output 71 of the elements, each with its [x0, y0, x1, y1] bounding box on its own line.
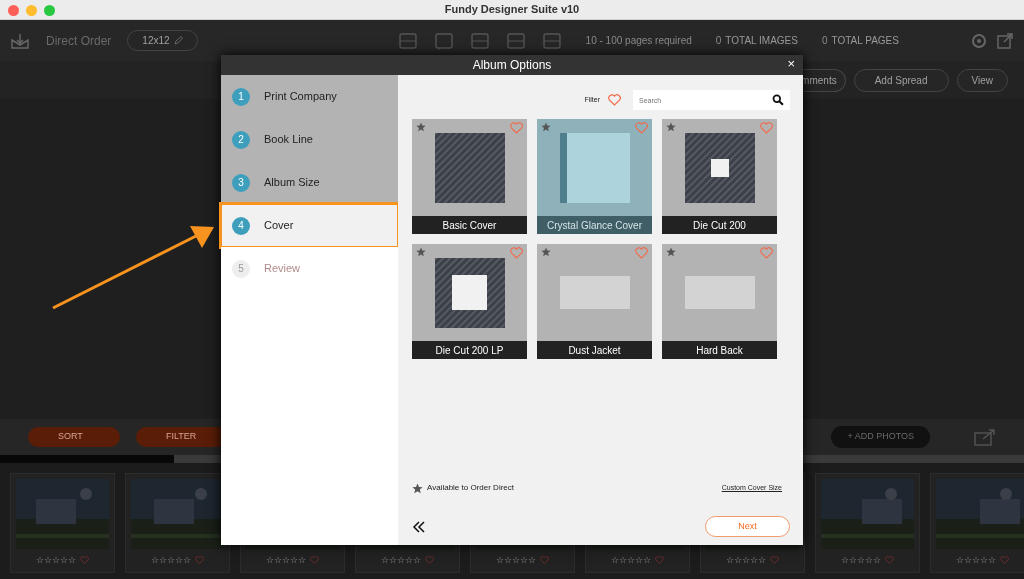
- heart-icon[interactable]: [608, 94, 621, 106]
- star-icon: [416, 247, 426, 257]
- heart-icon[interactable]: [770, 556, 779, 565]
- rating-stars[interactable]: ☆☆☆☆☆: [726, 553, 766, 567]
- cover-option[interactable]: Dust Jacket: [537, 244, 652, 359]
- heart-icon[interactable]: [655, 556, 664, 565]
- heart-icon[interactable]: [195, 556, 204, 565]
- star-icon: [412, 482, 423, 494]
- heart-icon[interactable]: [760, 122, 773, 134]
- rating-stars[interactable]: ☆☆☆☆☆: [36, 553, 76, 567]
- total-pages-label: TOTAL PAGES: [831, 34, 899, 48]
- step-item[interactable]: 2 Book Line: [221, 118, 398, 161]
- window-control[interactable]: [26, 5, 37, 16]
- pencil-icon: [173, 36, 183, 45]
- rating-stars[interactable]: ☆☆☆☆☆: [841, 553, 881, 567]
- heart-icon[interactable]: [425, 556, 434, 565]
- dialog-title: Album Options: [472, 57, 552, 74]
- star-icon: [541, 122, 551, 132]
- chat-icon[interactable]: [433, 31, 454, 50]
- add-photos-button[interactable]: + ADD PHOTOS: [831, 426, 930, 448]
- heart-icon[interactable]: [80, 556, 89, 565]
- rating-stars[interactable]: ☆☆☆☆☆: [496, 553, 536, 567]
- star-icon: [416, 122, 426, 132]
- step-item[interactable]: 4 Cover: [221, 204, 398, 247]
- photo-card[interactable]: ☆☆☆☆☆: [10, 473, 115, 573]
- export-icon[interactable]: [974, 428, 996, 446]
- window-control[interactable]: [44, 5, 55, 16]
- rating-stars[interactable]: ☆☆☆☆☆: [151, 553, 191, 567]
- pages-required-text: 10 - 100 pages required: [585, 34, 692, 48]
- heart-icon[interactable]: [760, 247, 773, 259]
- heart-icon[interactable]: [635, 247, 648, 259]
- rating-stars[interactable]: ☆☆☆☆☆: [956, 553, 996, 567]
- heart-icon[interactable]: [310, 556, 319, 565]
- star-icon: [541, 247, 551, 257]
- rating-stars[interactable]: ☆☆☆☆☆: [266, 553, 306, 567]
- photo-card[interactable]: ☆☆☆☆☆: [930, 473, 1024, 573]
- cover-option[interactable]: Basic Cover: [412, 119, 527, 234]
- close-button[interactable]: ×: [785, 57, 797, 70]
- export-icon[interactable]: [996, 31, 1014, 50]
- window-title: Fundy Designer Suite v10: [444, 2, 580, 18]
- heart-icon[interactable]: [510, 247, 523, 259]
- heart-icon[interactable]: [510, 122, 523, 134]
- cover-option[interactable]: Die Cut 200: [662, 119, 777, 234]
- back-icon[interactable]: [412, 520, 426, 533]
- star-icon: [666, 247, 676, 257]
- sort-button[interactable]: SORT: [28, 427, 120, 447]
- step-item[interactable]: 3 Album Size: [221, 161, 398, 204]
- window-control[interactable]: [8, 5, 19, 16]
- heart-icon[interactable]: [540, 556, 549, 565]
- cover-option[interactable]: Hard Back: [662, 244, 777, 359]
- legend-text: Available to Order Direct: [427, 482, 514, 494]
- cover-option[interactable]: Crystal Glance Cover: [537, 119, 652, 234]
- heart-icon[interactable]: [635, 122, 648, 134]
- rating-stars[interactable]: ☆☆☆☆☆: [611, 553, 651, 567]
- next-button[interactable]: Next: [705, 516, 790, 537]
- heart-icon[interactable]: [885, 556, 894, 565]
- rating-stars[interactable]: ☆☆☆☆☆: [381, 553, 421, 567]
- photo-card[interactable]: ☆☆☆☆☆: [125, 473, 230, 573]
- view-button[interactable]: View: [956, 68, 1008, 92]
- add-spread-button[interactable]: Add Spread: [853, 68, 949, 92]
- page-title: Direct Order: [46, 32, 112, 50]
- search-icon[interactable]: [771, 93, 784, 107]
- total-images-count: 0: [715, 34, 722, 48]
- size-field[interactable]: 12x12: [127, 30, 198, 51]
- star-icon: [666, 122, 676, 132]
- heart-icon[interactable]: [1000, 556, 1009, 565]
- photo-card[interactable]: ☆☆☆☆☆: [815, 473, 920, 573]
- step-item[interactable]: 1 Print Company: [221, 75, 398, 118]
- total-pages-count: 0: [821, 34, 828, 48]
- total-images-label: TOTAL IMAGES: [725, 34, 798, 48]
- cover-option[interactable]: Die Cut 200 LP: [412, 244, 527, 359]
